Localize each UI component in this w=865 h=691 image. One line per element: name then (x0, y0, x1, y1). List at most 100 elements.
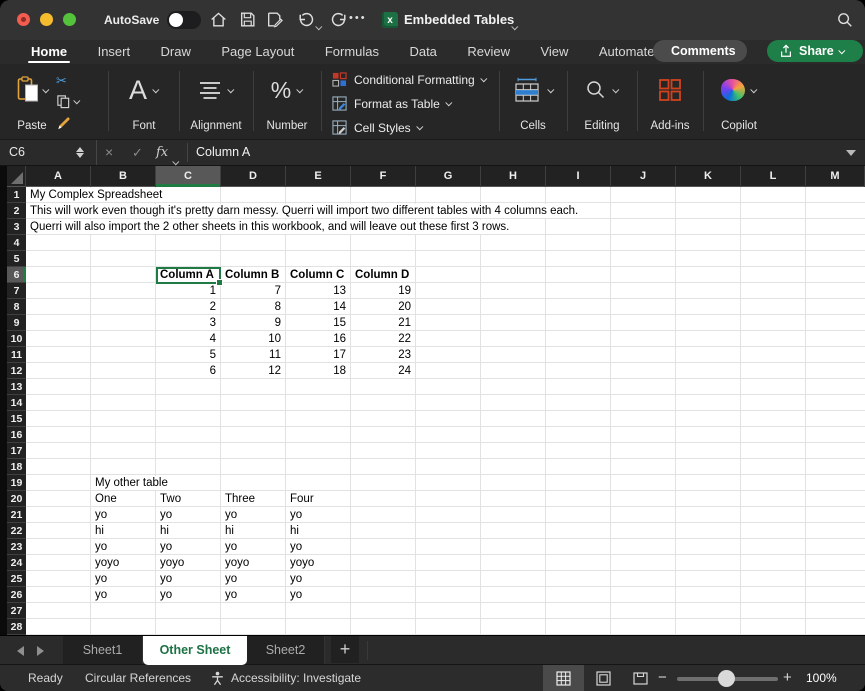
tab-automate[interactable]: Automate (599, 40, 655, 63)
row-header-22[interactable]: 22 (7, 523, 26, 539)
tab-insert[interactable]: Insert (98, 40, 131, 63)
cell-D9[interactable]: 9 (221, 316, 281, 330)
sheet-tab-sheet1[interactable]: Sheet1 (63, 636, 143, 665)
cell-D12[interactable]: 12 (221, 364, 281, 378)
cell-D6[interactable]: Column B (225, 268, 282, 282)
row-header-13[interactable]: 13 (7, 379, 26, 395)
cell-C23[interactable]: yo (160, 540, 175, 554)
add-sheet-button[interactable]: + (331, 636, 359, 663)
column-header-C[interactable]: C (156, 166, 221, 187)
redo-icon[interactable] (330, 10, 349, 29)
page-break-view-button[interactable] (625, 665, 655, 691)
tab-data[interactable]: Data (409, 40, 436, 63)
cell-D21[interactable]: yo (225, 508, 240, 522)
cell-C21[interactable]: yo (160, 508, 175, 522)
cell-D8[interactable]: 8 (221, 300, 281, 314)
cell-E20[interactable]: Four (290, 492, 317, 506)
format-as-table-button[interactable]: Format as Table (332, 92, 496, 115)
number-button[interactable]: % Number (256, 64, 318, 140)
cell-E21[interactable]: yo (290, 508, 305, 522)
zoom-slider-handle[interactable] (718, 670, 735, 687)
paste-button[interactable]: Paste (8, 64, 56, 140)
minimize-window-button[interactable] (40, 13, 53, 26)
document-title[interactable]: Embedded Tables (404, 12, 514, 27)
column-header-H[interactable]: H (481, 166, 546, 187)
cell-F10[interactable]: 22 (351, 332, 411, 346)
cell-E6[interactable]: Column C (290, 268, 347, 282)
cell-B24[interactable]: yoyo (95, 556, 122, 570)
addins-button[interactable]: Add-ins (640, 64, 700, 140)
row-header-8[interactable]: 8 (7, 299, 26, 315)
row-header-15[interactable]: 15 (7, 411, 26, 427)
home-icon[interactable] (209, 10, 228, 29)
column-header-F[interactable]: F (351, 166, 416, 187)
name-box-spinner[interactable] (76, 145, 86, 160)
cell-E12[interactable]: 18 (286, 364, 346, 378)
cell-D7[interactable]: 7 (221, 284, 281, 298)
row-header-10[interactable]: 10 (7, 331, 26, 347)
row-header-27[interactable]: 27 (7, 603, 26, 619)
cell-C9[interactable]: 3 (156, 316, 216, 330)
cell-C20[interactable]: Two (160, 492, 184, 506)
cell-B22[interactable]: hi (95, 524, 107, 538)
cell-F11[interactable]: 23 (351, 348, 411, 362)
cell-A1[interactable]: My Complex Spreadsheet (30, 188, 165, 202)
alignment-button[interactable]: Alignment (183, 64, 249, 140)
sheet-tab-other-sheet[interactable]: Other Sheet (143, 636, 247, 665)
cell-C10[interactable]: 4 (156, 332, 216, 346)
circular-references-status[interactable]: Circular References (85, 665, 191, 691)
save-as-icon[interactable] (265, 10, 284, 29)
cell-E8[interactable]: 14 (286, 300, 346, 314)
cells-button[interactable]: Cells (502, 64, 564, 140)
cell-E7[interactable]: 13 (286, 284, 346, 298)
row-header-14[interactable]: 14 (7, 395, 26, 411)
row-header-20[interactable]: 20 (7, 491, 26, 507)
row-header-23[interactable]: 23 (7, 539, 26, 555)
formula-input[interactable]: Column A (196, 140, 250, 165)
copilot-button[interactable]: Copilot (706, 64, 772, 140)
cell-C26[interactable]: yo (160, 588, 175, 602)
editing-button[interactable]: Editing (570, 64, 634, 140)
cell-C7[interactable]: 1 (156, 284, 216, 298)
cell-D10[interactable]: 10 (221, 332, 281, 346)
row-header-25[interactable]: 25 (7, 571, 26, 587)
column-header-B[interactable]: B (91, 166, 156, 187)
confirm-entry-icon[interactable]: ✓ (132, 140, 143, 165)
row-header-6[interactable]: 6 (7, 267, 26, 283)
cell-B19[interactable]: My other table (95, 476, 171, 490)
search-icon[interactable] (836, 11, 854, 29)
more-toolbar-icon[interactable]: ••• (349, 12, 367, 24)
title-chevron-icon[interactable] (513, 17, 518, 35)
cell-E11[interactable]: 17 (286, 348, 346, 362)
row-header-7[interactable]: 7 (7, 283, 26, 299)
cell-E9[interactable]: 15 (286, 316, 346, 330)
row-header-18[interactable]: 18 (7, 459, 26, 475)
cancel-entry-icon[interactable]: × (105, 140, 113, 165)
cell-C22[interactable]: hi (160, 524, 172, 538)
cell-C12[interactable]: 6 (156, 364, 216, 378)
column-header-J[interactable]: J (611, 166, 676, 187)
cell-F6[interactable]: Column D (355, 268, 412, 282)
row-header-19[interactable]: 19 (7, 475, 26, 491)
cell-B25[interactable]: yo (95, 572, 110, 586)
cell-F7[interactable]: 19 (351, 284, 411, 298)
cell-E26[interactable]: yo (290, 588, 305, 602)
cell-F8[interactable]: 20 (351, 300, 411, 314)
undo-icon[interactable] (296, 10, 315, 29)
column-header-K[interactable]: K (676, 166, 741, 187)
accessibility-status[interactable]: Accessibility: Investigate (231, 665, 361, 691)
format-painter-button[interactable] (56, 112, 100, 133)
cell-D24[interactable]: yoyo (225, 556, 252, 570)
column-header-D[interactable]: D (221, 166, 286, 187)
column-header-G[interactable]: G (416, 166, 481, 187)
cell-D23[interactable]: yo (225, 540, 240, 554)
insert-function-icon[interactable]: fx (156, 140, 168, 165)
page-layout-view-button[interactable] (588, 665, 618, 691)
cells-background[interactable] (26, 187, 865, 635)
cell-B26[interactable]: yo (95, 588, 110, 602)
column-header-M[interactable]: M (806, 166, 865, 187)
column-header-L[interactable]: L (741, 166, 806, 187)
row-header-1[interactable]: 1 (7, 187, 26, 203)
tab-view[interactable]: View (540, 40, 568, 63)
cell-A2[interactable]: This will work even though it's pretty d… (30, 204, 581, 218)
